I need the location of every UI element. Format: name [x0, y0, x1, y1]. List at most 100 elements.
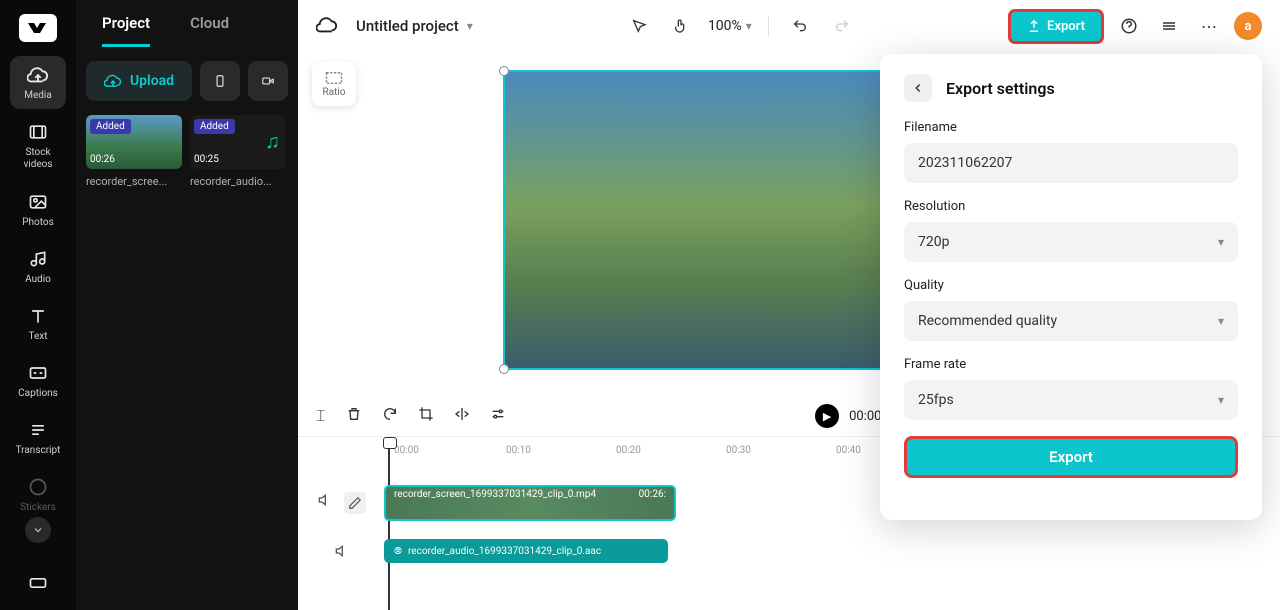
sticker-icon — [27, 476, 49, 498]
audio-track: ⦾ recorder_audio_1699337031429_clip_0.aa… — [298, 529, 1280, 573]
export-confirm-button[interactable]: Export — [904, 436, 1238, 478]
chevron-down-icon: ▾ — [1218, 393, 1224, 407]
ruler-tick: 00:10 — [506, 445, 531, 456]
hand-tool[interactable] — [666, 11, 696, 41]
layers-button[interactable] — [1154, 11, 1184, 41]
playhead[interactable] — [388, 437, 390, 610]
resolution-label: Resolution — [904, 199, 1238, 214]
filename-input[interactable] — [904, 143, 1238, 183]
added-badge: Added — [194, 119, 235, 134]
framerate-label: Frame rate — [904, 357, 1238, 372]
sidebar-item-captions[interactable]: Captions — [10, 354, 66, 407]
sidebar-label: Audio — [25, 274, 51, 285]
redo-button[interactable] — [827, 11, 857, 41]
sidebar-item-photos[interactable]: Photos — [10, 183, 66, 236]
image-icon — [27, 191, 49, 213]
clip-label: recorder_audio_1699337031429_clip_0.aac — [408, 546, 601, 557]
project-panel: Project Cloud Upload Added 00:26 recorde… — [76, 0, 298, 610]
app-logo — [19, 14, 57, 42]
link-icon: ⦾ — [394, 546, 402, 557]
sidebar-label: Stock videos — [10, 147, 66, 171]
divider — [768, 16, 769, 36]
sidebar-item-stock-videos[interactable]: Stock videos — [10, 113, 66, 179]
sidebar-label: Media — [24, 90, 52, 101]
chevron-down-icon[interactable] — [25, 517, 51, 543]
added-badge: Added — [90, 119, 131, 134]
sidebar-label: Stickers — [20, 502, 56, 513]
keyboard-icon — [27, 572, 49, 594]
export-settings-panel: Export settings Filename Resolution 720p… — [880, 54, 1262, 520]
more-button[interactable]: ⋯ — [1194, 11, 1224, 41]
mute-icon[interactable] — [333, 543, 349, 559]
audio-clip[interactable]: ⦾ recorder_audio_1699337031429_clip_0.aa… — [384, 539, 668, 563]
filename-label: Filename — [904, 120, 1238, 135]
cloud-icon — [316, 14, 340, 38]
resolution-select[interactable]: 720p▾ — [904, 222, 1238, 262]
text-icon — [27, 305, 49, 327]
cloud-upload-icon — [104, 72, 122, 90]
split-tool[interactable]: ⌶ — [316, 406, 326, 426]
adjust-button[interactable] — [490, 406, 506, 426]
upload-phone-button[interactable] — [200, 61, 240, 101]
avatar[interactable]: a — [1234, 12, 1262, 40]
crop-button[interactable] — [418, 406, 434, 426]
music-icon: ♫ — [265, 129, 280, 154]
ruler-tick: 00:00 — [394, 445, 419, 456]
tab-project[interactable]: Project — [102, 14, 150, 47]
main-area: Untitled project ▾ 100%▾ Export ⋯ a Rati… — [298, 0, 1280, 610]
panel-title: Export settings — [946, 79, 1055, 98]
sidebar-item-text[interactable]: Text — [10, 297, 66, 350]
ratio-button[interactable]: Ratio — [312, 62, 356, 106]
mute-icon[interactable] — [316, 492, 332, 514]
ruler-tick: 00:40 — [836, 445, 861, 456]
asset-name: recorder_audio... — [190, 175, 286, 188]
transcript-icon — [27, 419, 49, 441]
quality-select[interactable]: Recommended quality▾ — [904, 301, 1238, 341]
film-icon — [27, 121, 49, 143]
refresh-button[interactable] — [382, 406, 398, 426]
edit-icon[interactable] — [344, 492, 366, 514]
zoom-control[interactable]: 100%▾ — [708, 18, 752, 34]
sidebar-item-audio[interactable]: Audio — [10, 240, 66, 293]
project-name-label: Untitled project — [356, 17, 459, 35]
framerate-select[interactable]: 25fps▾ — [904, 380, 1238, 420]
ruler-tick: 00:20 — [616, 445, 641, 456]
asset-duration: 00:26 — [90, 154, 115, 165]
clip-label: recorder_screen_1699337031429_clip_0.mp4 — [394, 489, 596, 500]
play-button[interactable]: ▶ — [815, 404, 839, 428]
sidebar-label: Text — [28, 331, 47, 342]
captions-icon — [27, 362, 49, 384]
panel-tabs: Project Cloud — [76, 0, 298, 47]
sidebar-label: Captions — [18, 388, 58, 399]
undo-button[interactable] — [785, 11, 815, 41]
asset-duration: 00:25 — [194, 154, 219, 165]
video-clip[interactable]: recorder_screen_1699337031429_clip_0.mp4… — [384, 485, 676, 521]
mirror-button[interactable] — [454, 406, 470, 426]
upload-button[interactable]: Upload — [86, 61, 192, 101]
project-name[interactable]: Untitled project ▾ — [356, 17, 473, 35]
ratio-label: Ratio — [322, 87, 345, 98]
delete-button[interactable] — [346, 406, 362, 426]
export-button-top[interactable]: Export — [1008, 9, 1104, 44]
cursor-tool[interactable] — [624, 11, 654, 41]
sidebar-item-stickers[interactable]: Stickers — [10, 468, 66, 551]
sidebar-item-transcript[interactable]: Transcript — [10, 411, 66, 464]
resize-handle[interactable] — [499, 364, 509, 374]
asset-item[interactable]: Added 00:26 recorder_scree... — [86, 115, 182, 188]
sidebar-item-keyboard[interactable] — [10, 564, 66, 602]
asset-item[interactable]: Added 00:25 ♫ recorder_audio... — [190, 115, 286, 188]
music-icon — [27, 248, 49, 270]
upload-record-button[interactable] — [248, 61, 288, 101]
clip-duration: 00:26: — [639, 489, 666, 500]
sidebar: Media Stock videos Photos Audio Text Cap… — [0, 0, 76, 610]
topbar: Untitled project ▾ 100%▾ Export ⋯ a — [298, 0, 1280, 52]
chevron-down-icon: ▾ — [467, 19, 473, 33]
export-icon — [1027, 19, 1041, 33]
resize-handle[interactable] — [499, 66, 509, 76]
back-button[interactable] — [904, 74, 932, 102]
ruler-tick: 00:30 — [726, 445, 751, 456]
help-button[interactable] — [1114, 11, 1144, 41]
export-label: Export — [1047, 19, 1085, 34]
sidebar-item-media[interactable]: Media — [10, 56, 66, 109]
tab-cloud[interactable]: Cloud — [190, 14, 229, 47]
